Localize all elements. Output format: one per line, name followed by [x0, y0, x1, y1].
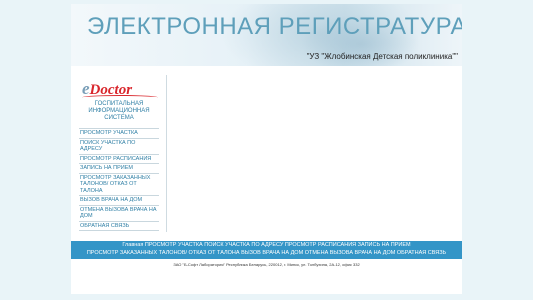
header-banner: ЭЛЕКТРОННАЯ РЕГИСТРАТУРА "УЗ "Жлобинская… — [71, 4, 462, 66]
nav-link-schedule[interactable]: ПРОСМОТР РАСПИСАНИЯ — [285, 242, 356, 248]
nav-link-home[interactable]: Главная — [122, 242, 143, 248]
nav-link-appointment[interactable]: ЗАПИСЬ НА ПРИЕМ — [358, 242, 411, 248]
banner-title: ЭЛЕКТРОННАЯ РЕГИСТРАТУРА — [87, 13, 462, 40]
sidebar-item-view-district[interactable]: ПРОСМОТР УЧАСТКА — [79, 129, 159, 139]
footer-copyright: ЗАО "Б-Софт Лаборатория" Республика Бела… — [173, 262, 360, 267]
sidebar-item-find-district[interactable]: ПОИСК УЧАСТКА ПО АДРЕСУ — [79, 139, 159, 155]
sidebar-menu: ПРОСМОТР УЧАСТКА ПОИСК УЧАСТКА ПО АДРЕСУ… — [79, 128, 159, 231]
nav-link-view-district[interactable]: ПРОСМОТР УЧАСТКА — [145, 242, 203, 248]
sidebar: eDoctor ГОСПИТАЛЬНАЯ ИНФОРМАЦИОННАЯ СИСТ… — [79, 79, 159, 231]
bottom-navbar: Главная ПРОСМОТР УЧАСТКА ПОИСК УЧАСТКА П… — [71, 241, 462, 259]
sidebar-item-ordered-tickets[interactable]: ПРОСМОТР ЗАКАЗАННЫХ ТАЛОНОВ/ ОТКАЗ ОТ ТА… — [79, 174, 159, 196]
nav-link-cancel-home-visit[interactable]: ОТМЕНА ВЫЗОВА ВРАЧА НА ДОМ — [305, 250, 396, 256]
sidebar-item-feedback[interactable]: ОБРАТНАЯ СВЯЗЬ — [79, 222, 159, 231]
nav-link-find-district[interactable]: ПОИСК УЧАСТКА ПО АДРЕСУ — [204, 242, 283, 248]
sidebar-item-cancel-home-visit[interactable]: ОТМЕНА ВЫЗОВА ВРАЧА НА ДОМ — [79, 206, 159, 222]
nav-link-home-visit[interactable]: ВЫЗОВ ВРАЧА НА ДОМ — [241, 250, 303, 256]
logo-caption: ГОСПИТАЛЬНАЯ ИНФОРМАЦИОННАЯ СИСТЕМА — [88, 101, 150, 121]
nav-link-ordered-tickets[interactable]: ПРОСМОТР ЗАКАЗАННЫХ ТАЛОНОВ/ ОТКАЗ ОТ ТА… — [87, 250, 240, 256]
edoctor-logo[interactable]: eDoctor — [82, 79, 159, 99]
nav-link-feedback[interactable]: ОБРАТНАЯ СВЯЗЬ — [397, 250, 446, 256]
sidebar-item-home-visit[interactable]: ВЫЗОВ ВРАЧА НА ДОМ — [79, 196, 159, 206]
content-divider — [166, 75, 167, 232]
banner-subtitle: "УЗ "Жлобинская Детская поликлиника"" — [306, 52, 458, 61]
logo-swoosh — [82, 95, 158, 100]
sidebar-item-appointment[interactable]: ЗАПИСЬ НА ПРИЕМ — [79, 164, 159, 174]
page-container: ЭЛЕКТРОННАЯ РЕГИСТРАТУРА "УЗ "Жлобинская… — [71, 4, 462, 294]
sidebar-item-schedule[interactable]: ПРОСМОТР РАСПИСАНИЯ — [79, 155, 159, 164]
